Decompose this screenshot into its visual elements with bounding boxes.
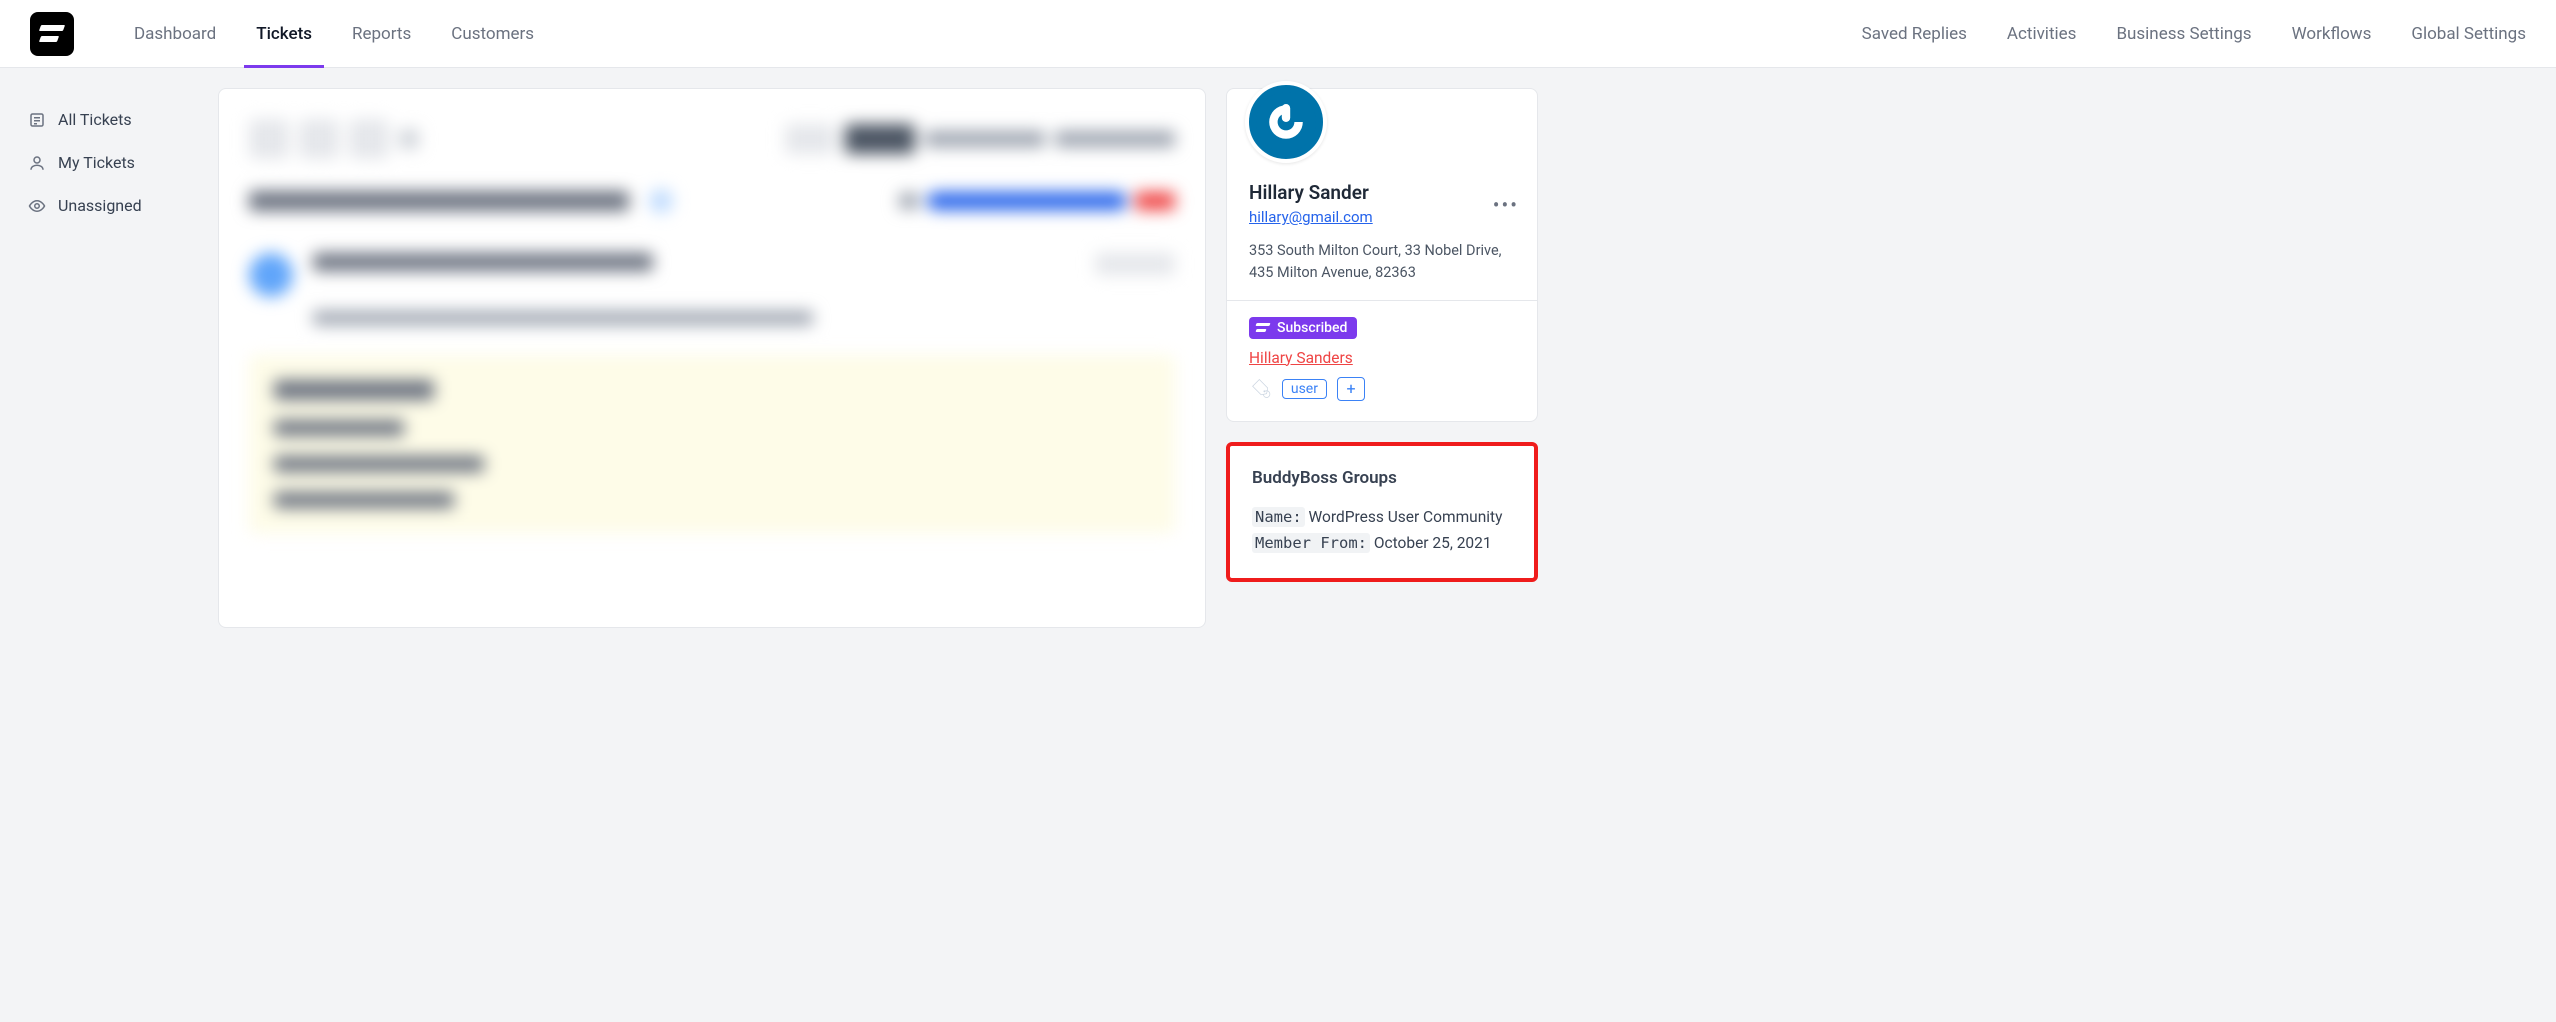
buddyboss-groups-card: BuddyBoss Groups Name: WordPress User Co… — [1226, 442, 1538, 583]
sidebar-item-label: All Tickets — [58, 110, 132, 129]
group-name-label: Name: — [1252, 507, 1305, 527]
eye-icon — [28, 197, 46, 215]
nav-customers[interactable]: Customers — [451, 0, 534, 67]
ticket-panel — [218, 88, 1206, 628]
main-layout: All Tickets My Tickets Unassigned — [0, 68, 1556, 648]
nav-saved-replies[interactable]: Saved Replies — [1862, 24, 1967, 44]
tag-chip[interactable]: user — [1282, 379, 1327, 399]
tags-row: 🏷 user + — [1249, 377, 1515, 401]
nav-reports[interactable]: Reports — [352, 0, 411, 67]
nav-dashboard[interactable]: Dashboard — [134, 0, 216, 67]
nav-business-settings[interactable]: Business Settings — [2116, 24, 2251, 44]
sidebar-item-label: My Tickets — [58, 153, 135, 172]
customer-sidebar: ••• Hillary Sander hillary@gmail.com 353… — [1226, 88, 1538, 628]
groups-title: BuddyBoss Groups — [1252, 468, 1512, 488]
tag-icon: 🏷 — [1250, 377, 1271, 400]
customer-address: 353 South Milton Court, 33 Nobel Drive, … — [1249, 240, 1515, 284]
nav-tickets[interactable]: Tickets — [256, 0, 312, 67]
app-logo[interactable] — [30, 12, 74, 56]
group-name-value: WordPress User Community — [1309, 508, 1503, 526]
gravatar-icon — [1256, 92, 1316, 152]
list-icon — [28, 111, 46, 129]
ticket-content-blurred — [219, 89, 1205, 563]
sidebar-item-my-tickets[interactable]: My Tickets — [18, 141, 198, 184]
sidebar-item-unassigned[interactable]: Unassigned — [18, 184, 198, 227]
group-since-value: October 25, 2021 — [1374, 534, 1492, 552]
customer-card: ••• Hillary Sander hillary@gmail.com 353… — [1226, 88, 1538, 422]
more-menu-icon[interactable]: ••• — [1493, 193, 1519, 217]
group-entry: Name: WordPress User Community Member Fr… — [1252, 504, 1512, 557]
customer-name: Hillary Sander — [1249, 181, 1515, 204]
nav-global-settings[interactable]: Global Settings — [2411, 24, 2526, 44]
customer-name-link[interactable]: Hillary Sanders — [1249, 349, 1515, 367]
sidebar: All Tickets My Tickets Unassigned — [18, 88, 198, 628]
nav-right: Saved Replies Activities Business Settin… — [1862, 24, 2526, 44]
badge-label: Subscribed — [1277, 320, 1347, 336]
sidebar-item-label: Unassigned — [58, 196, 142, 215]
logo-glyph — [40, 25, 64, 43]
subscription-badge: Subscribed — [1249, 317, 1357, 339]
user-icon — [28, 154, 46, 172]
badge-logo-icon — [1255, 323, 1271, 333]
customer-avatar — [1245, 81, 1327, 163]
group-since-label: Member From: — [1252, 533, 1370, 553]
customer-email-link[interactable]: hillary@gmail.com — [1249, 208, 1373, 226]
nav-workflows[interactable]: Workflows — [2292, 24, 2372, 44]
top-navbar: Dashboard Tickets Reports Customers Save… — [0, 0, 2556, 68]
nav-activities[interactable]: Activities — [2007, 24, 2077, 44]
sidebar-item-all-tickets[interactable]: All Tickets — [18, 98, 198, 141]
nav-left: Dashboard Tickets Reports Customers — [134, 0, 534, 67]
add-tag-button[interactable]: + — [1337, 377, 1365, 401]
